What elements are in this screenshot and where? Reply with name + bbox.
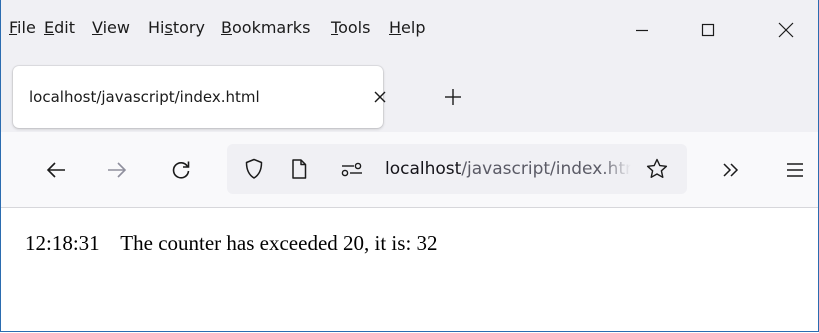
overflow-menu-button[interactable] — [714, 153, 748, 187]
bookmark-button[interactable] — [645, 157, 669, 181]
permissions-button[interactable] — [340, 157, 364, 181]
menu-help[interactable]: Help — [389, 18, 425, 38]
reload-icon — [172, 161, 190, 179]
page-content: 12:18:31 The counter has exceeded 20, it… — [1, 208, 818, 331]
url-host: localhost — [385, 159, 462, 179]
browser-chrome: File Edit View History Bookmarks Tools H… — [1, 0, 818, 208]
menu-tools[interactable]: Tools — [331, 18, 370, 38]
new-tab-button[interactable] — [437, 81, 469, 113]
reload-button[interactable] — [164, 153, 198, 187]
close-icon — [778, 22, 794, 38]
star-icon — [646, 158, 668, 178]
chevrons-right-icon — [723, 163, 739, 177]
shield-icon — [245, 158, 263, 179]
page-icon — [292, 159, 307, 179]
close-window-button[interactable] — [761, 10, 811, 50]
maximize-icon — [701, 23, 715, 37]
url-bar[interactable]: localhost/javascript/index.html — [227, 144, 687, 194]
arrow-right-icon — [108, 162, 127, 178]
menu-view[interactable]: View — [92, 18, 130, 38]
close-icon — [374, 91, 386, 103]
permissions-icon — [341, 162, 362, 177]
tab-title: localhost/javascript/index.html — [29, 88, 260, 106]
counter-message: The counter has exceeded 20, it is: 32 — [120, 231, 438, 255]
url-path: /javascript/index.html — [461, 159, 631, 179]
tab-strip: localhost/javascript/index.html — [1, 62, 818, 132]
maximize-button[interactable] — [683, 10, 733, 50]
timestamp: 12:18:31 — [25, 231, 100, 255]
tab-active[interactable]: localhost/javascript/index.html — [13, 66, 386, 128]
application-menu-button[interactable] — [778, 153, 812, 187]
arrow-left-icon — [46, 162, 65, 178]
menu-history[interactable]: History — [148, 18, 205, 38]
site-info-button[interactable] — [287, 157, 311, 181]
output-line: 12:18:31 The counter has exceeded 20, it… — [25, 230, 438, 256]
menu-bookmarks[interactable]: Bookmarks — [221, 18, 310, 38]
hamburger-menu-icon — [787, 163, 803, 177]
tab-close-button[interactable] — [368, 85, 392, 109]
navigation-bar: localhost/javascript/index.html — [1, 132, 818, 208]
tracking-protection-button[interactable] — [242, 157, 266, 181]
menu-file[interactable]: File — [9, 18, 36, 38]
menu-edit[interactable]: Edit — [44, 18, 75, 38]
menu-bar: File Edit View History Bookmarks Tools H… — [1, 0, 818, 62]
url-text[interactable]: localhost/javascript/index.html — [385, 158, 631, 180]
minimize-button[interactable] — [617, 10, 667, 50]
browser-window: File Edit View History Bookmarks Tools H… — [0, 0, 819, 332]
minimize-icon — [636, 29, 648, 32]
back-button[interactable] — [39, 153, 73, 187]
forward-button[interactable] — [100, 153, 134, 187]
plus-icon — [445, 89, 461, 105]
